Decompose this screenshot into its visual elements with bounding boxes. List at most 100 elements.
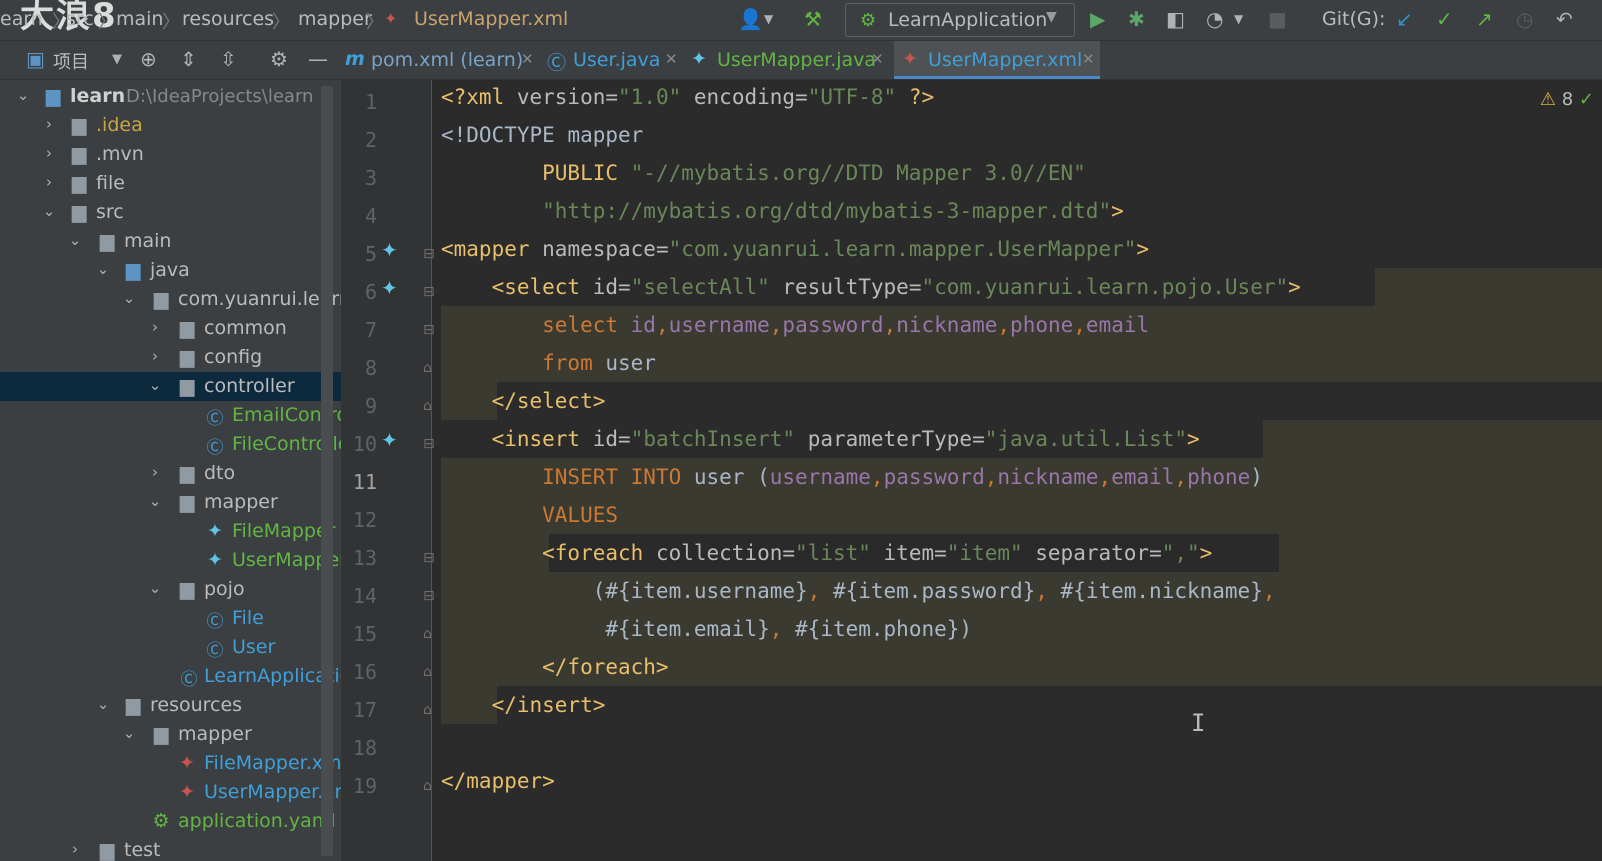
breadcrumb-project[interactable]: earn xyxy=(0,8,43,30)
expand-all-icon[interactable]: ⇕ xyxy=(180,47,197,71)
code-line-6[interactable]: <select id="selectAll" resultType="com.y… xyxy=(441,275,1301,299)
chevron-down-icon[interactable]: ▼ xyxy=(1234,7,1243,31)
code-line-3[interactable]: PUBLIC "-//mybatis.org//DTD Mapper 3.0//… xyxy=(441,161,1086,185)
tree-item-file-mapper-xml[interactable]: ✦ FileMapper.xml xyxy=(0,749,341,778)
tree-item-dto[interactable]: › ▆ dto xyxy=(0,459,341,488)
fold-end-icon[interactable]: ⌂ xyxy=(423,398,432,414)
code-line-14[interactable]: (#{item.username}, #{item.password}, #{i… xyxy=(441,579,1276,603)
chevron-down-icon[interactable]: ⌄ xyxy=(42,202,56,220)
code-line-11[interactable]: INSERT INTO user (username,password,nick… xyxy=(441,465,1263,489)
breadcrumb-file[interactable]: UserMapper.xml xyxy=(414,8,568,30)
tree-item-file-mapper[interactable]: ✦ FileMapper xyxy=(0,517,341,546)
close-icon[interactable]: ✕ xyxy=(1082,50,1095,68)
close-icon[interactable]: ✕ xyxy=(521,50,534,68)
chevron-right-icon[interactable]: › xyxy=(148,318,162,336)
chevron-down-icon[interactable]: ▼ xyxy=(112,52,122,67)
code-line-9[interactable]: </select> xyxy=(441,389,606,413)
locate-icon[interactable]: ⊕ xyxy=(140,47,157,71)
fold-marker-icon[interactable]: ⊟ xyxy=(423,550,435,566)
fold-end-icon[interactable]: ⌂ xyxy=(423,778,432,794)
code-line-1[interactable]: <?xml version="1.0" encoding="UTF-8" ?> xyxy=(441,85,934,109)
chevron-right-icon[interactable]: › xyxy=(42,173,56,191)
chevron-right-icon[interactable]: › xyxy=(148,463,162,481)
tree-item-test[interactable]: › ▆ test xyxy=(0,836,341,861)
tree-item-mvn[interactable]: › ▆ .mvn xyxy=(0,140,341,169)
tree-item-learn[interactable]: ⌄ ▆ learn D:\IdeaProjects\learn xyxy=(0,82,341,111)
project-panel-title[interactable]: 项目 xyxy=(53,48,89,74)
build-hammer-icon[interactable]: ⚒ xyxy=(804,7,822,31)
tree-item-email-controller[interactable]: Ⓒ EmailContro xyxy=(0,401,342,430)
tree-item-main[interactable]: ⌄ ▆ main xyxy=(0,227,341,256)
breadcrumb-src[interactable]: src xyxy=(66,8,94,30)
user-icon[interactable]: 👤 xyxy=(738,7,763,31)
close-icon[interactable]: ✕ xyxy=(871,50,884,68)
stop-icon[interactable]: ■ xyxy=(1268,7,1287,31)
tree-item-file-class[interactable]: Ⓒ File xyxy=(0,604,341,633)
project-scrollbar[interactable] xyxy=(321,86,333,856)
code-line-5[interactable]: <mapper namespace="com.yuanrui.learn.map… xyxy=(441,237,1149,261)
tab-pom-xml[interactable]: m pom.xml (learn) ✕ xyxy=(341,41,541,79)
fold-end-icon[interactable]: ⌂ xyxy=(423,626,432,642)
tab-user-mapper-xml[interactable]: ✦ UserMapper.xml ✕ xyxy=(894,41,1100,79)
gear-icon[interactable]: ⚙ xyxy=(270,47,288,71)
tree-item-file[interactable]: › ▆ file xyxy=(0,169,341,198)
fold-end-icon[interactable]: ⌂ xyxy=(423,360,432,376)
fold-marker-icon[interactable]: ⊟ xyxy=(423,436,435,452)
collapse-all-icon[interactable]: ⇳ xyxy=(220,47,237,71)
mybatis-navigate-icon[interactable]: ✦ xyxy=(381,428,398,452)
debug-icon[interactable]: ✱ xyxy=(1128,7,1145,31)
git-commit-icon[interactable]: ✓ xyxy=(1436,7,1453,31)
chevron-down-icon[interactable]: ⌄ xyxy=(122,724,136,742)
mybatis-navigate-icon[interactable]: ✦ xyxy=(381,276,398,300)
code-line-2[interactable]: <!DOCTYPE mapper xyxy=(441,123,643,147)
chevron-down-icon[interactable]: ⌄ xyxy=(96,260,110,278)
breadcrumb-main[interactable]: main xyxy=(116,8,163,30)
chevron-down-icon[interactable]: ⌄ xyxy=(122,289,136,307)
chevron-down-icon[interactable]: ⌄ xyxy=(68,231,82,249)
tree-item-controller[interactable]: ⌄ ▆ controller xyxy=(0,372,341,401)
fold-marker-icon[interactable]: ⊟ xyxy=(423,284,435,300)
chevron-right-icon[interactable]: › xyxy=(42,115,56,133)
history-icon[interactable]: ◷ xyxy=(1516,7,1533,31)
tree-item-package-root[interactable]: ⌄ ▆ com.yuanrui.learn xyxy=(0,285,341,314)
tree-item-learn-application[interactable]: Ⓒ LearnApplicatio xyxy=(0,662,342,691)
chevron-down-icon[interactable]: ⌄ xyxy=(148,579,162,597)
tree-item-src[interactable]: ⌄ ▆ src xyxy=(0,198,341,227)
code-line-8[interactable]: from user xyxy=(441,351,656,375)
tree-item-java[interactable]: ⌄ ▆ java xyxy=(0,256,341,285)
chevron-down-icon[interactable]: ⌄ xyxy=(96,695,110,713)
fold-end-icon[interactable]: ⌂ xyxy=(423,702,432,718)
profiler-icon[interactable]: ◔ xyxy=(1206,7,1223,31)
tree-item-file-controller[interactable]: Ⓒ FileControlle xyxy=(0,430,342,459)
tab-user-mapper-java[interactable]: ✦ UserMapper.java ✕ xyxy=(687,41,891,79)
run-configuration-select[interactable]: ⚙ LearnApplication ▼ xyxy=(845,3,1075,37)
chevron-right-icon[interactable]: › xyxy=(68,840,82,858)
mybatis-navigate-icon[interactable]: ✦ xyxy=(381,238,398,262)
minimize-icon[interactable]: — xyxy=(308,47,328,71)
breadcrumb-mapper[interactable]: mapper xyxy=(298,8,372,30)
rollback-icon[interactable]: ↶ xyxy=(1556,7,1573,31)
code-line-12[interactable]: VALUES xyxy=(441,503,618,527)
run-icon[interactable]: ▶ xyxy=(1090,7,1105,31)
chevron-down-icon[interactable]: ⌄ xyxy=(148,492,162,510)
chevron-down-icon[interactable]: ⌄ xyxy=(16,86,30,104)
tree-item-mapper-folder[interactable]: ⌄ ▆ mapper xyxy=(0,720,341,749)
fold-marker-icon[interactable]: ⊟ xyxy=(423,322,435,338)
tree-item-config[interactable]: › ▆ config xyxy=(0,343,341,372)
code-line-16[interactable]: </foreach> xyxy=(441,655,668,679)
chevron-right-icon[interactable]: › xyxy=(148,347,162,365)
chevron-down-icon[interactable]: ▼ xyxy=(764,7,773,31)
fold-end-icon[interactable]: ⌂ xyxy=(423,664,432,680)
tree-item-common[interactable]: › ▆ common xyxy=(0,314,341,343)
tree-item-idea[interactable]: › ▆ .idea xyxy=(0,111,341,140)
close-icon[interactable]: ✕ xyxy=(665,50,678,68)
git-update-icon[interactable]: ↙ xyxy=(1396,7,1413,31)
fold-marker-icon[interactable]: ⊟ xyxy=(423,246,435,262)
inspection-widget[interactable]: ⚠ 8 ✓ xyxy=(1540,89,1594,110)
tree-item-application-yaml[interactable]: ⚙ application.yaml xyxy=(0,807,341,836)
code-line-15[interactable]: #{item.email}, #{item.phone}) xyxy=(441,617,972,641)
tree-item-user-mapper-xml[interactable]: ✦ UserMapper.xm xyxy=(0,778,341,807)
breadcrumb-resources[interactable]: resources xyxy=(182,8,274,30)
code-line-4[interactable]: "http://mybatis.org/dtd/mybatis-3-mapper… xyxy=(441,199,1124,223)
git-push-icon[interactable]: ↗ xyxy=(1476,7,1493,31)
